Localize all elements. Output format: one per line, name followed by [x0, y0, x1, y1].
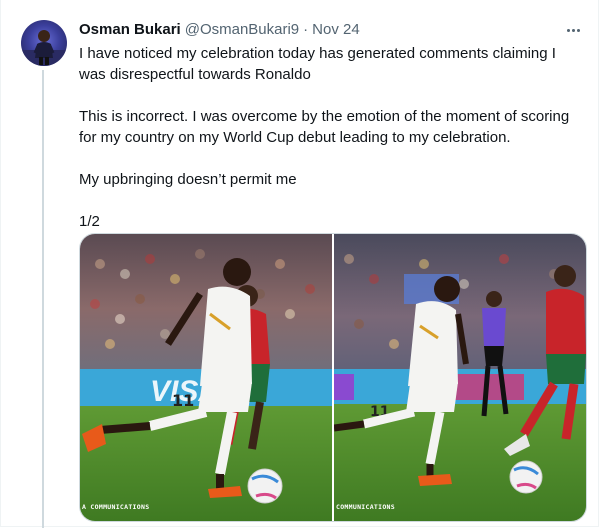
- tweet-paragraph: This is incorrect. I was overcome by the…: [79, 108, 570, 146]
- ellipsis-icon[interactable]: [563, 22, 583, 38]
- tweet-media[interactable]: VISA 11 A COMMUNICATIONS 11 COMMUNICATIO…: [79, 233, 587, 522]
- avatar[interactable]: [21, 20, 67, 66]
- media-photo-1[interactable]: VISA 11 A COMMUNICATIONS: [80, 234, 332, 521]
- svg-text:11: 11: [172, 391, 194, 410]
- tweet-text: I have noticed my celebration today has …: [79, 43, 584, 253]
- separator-dot: ·: [303, 21, 309, 38]
- thread-line: [42, 70, 44, 528]
- tweet-date[interactable]: Nov 24: [312, 20, 360, 40]
- photo-watermark: COMMUNICATIONS: [336, 503, 395, 511]
- media-photo-2[interactable]: 11 COMMUNICATIONS: [334, 234, 586, 521]
- author-handle[interactable]: @OsmanBukari9: [185, 20, 299, 40]
- tweet-paragraph: I have noticed my celebration today has …: [79, 45, 556, 83]
- author-name[interactable]: Osman Bukari: [79, 20, 181, 40]
- tweet-header: Osman Bukari @OsmanBukari9 · Nov 24: [79, 20, 360, 40]
- tweet-paragraph: My upbringing doesn’t permit me: [79, 171, 297, 188]
- photo-watermark: A COMMUNICATIONS: [82, 503, 150, 511]
- tweet-paragraph: 1/2: [79, 213, 100, 230]
